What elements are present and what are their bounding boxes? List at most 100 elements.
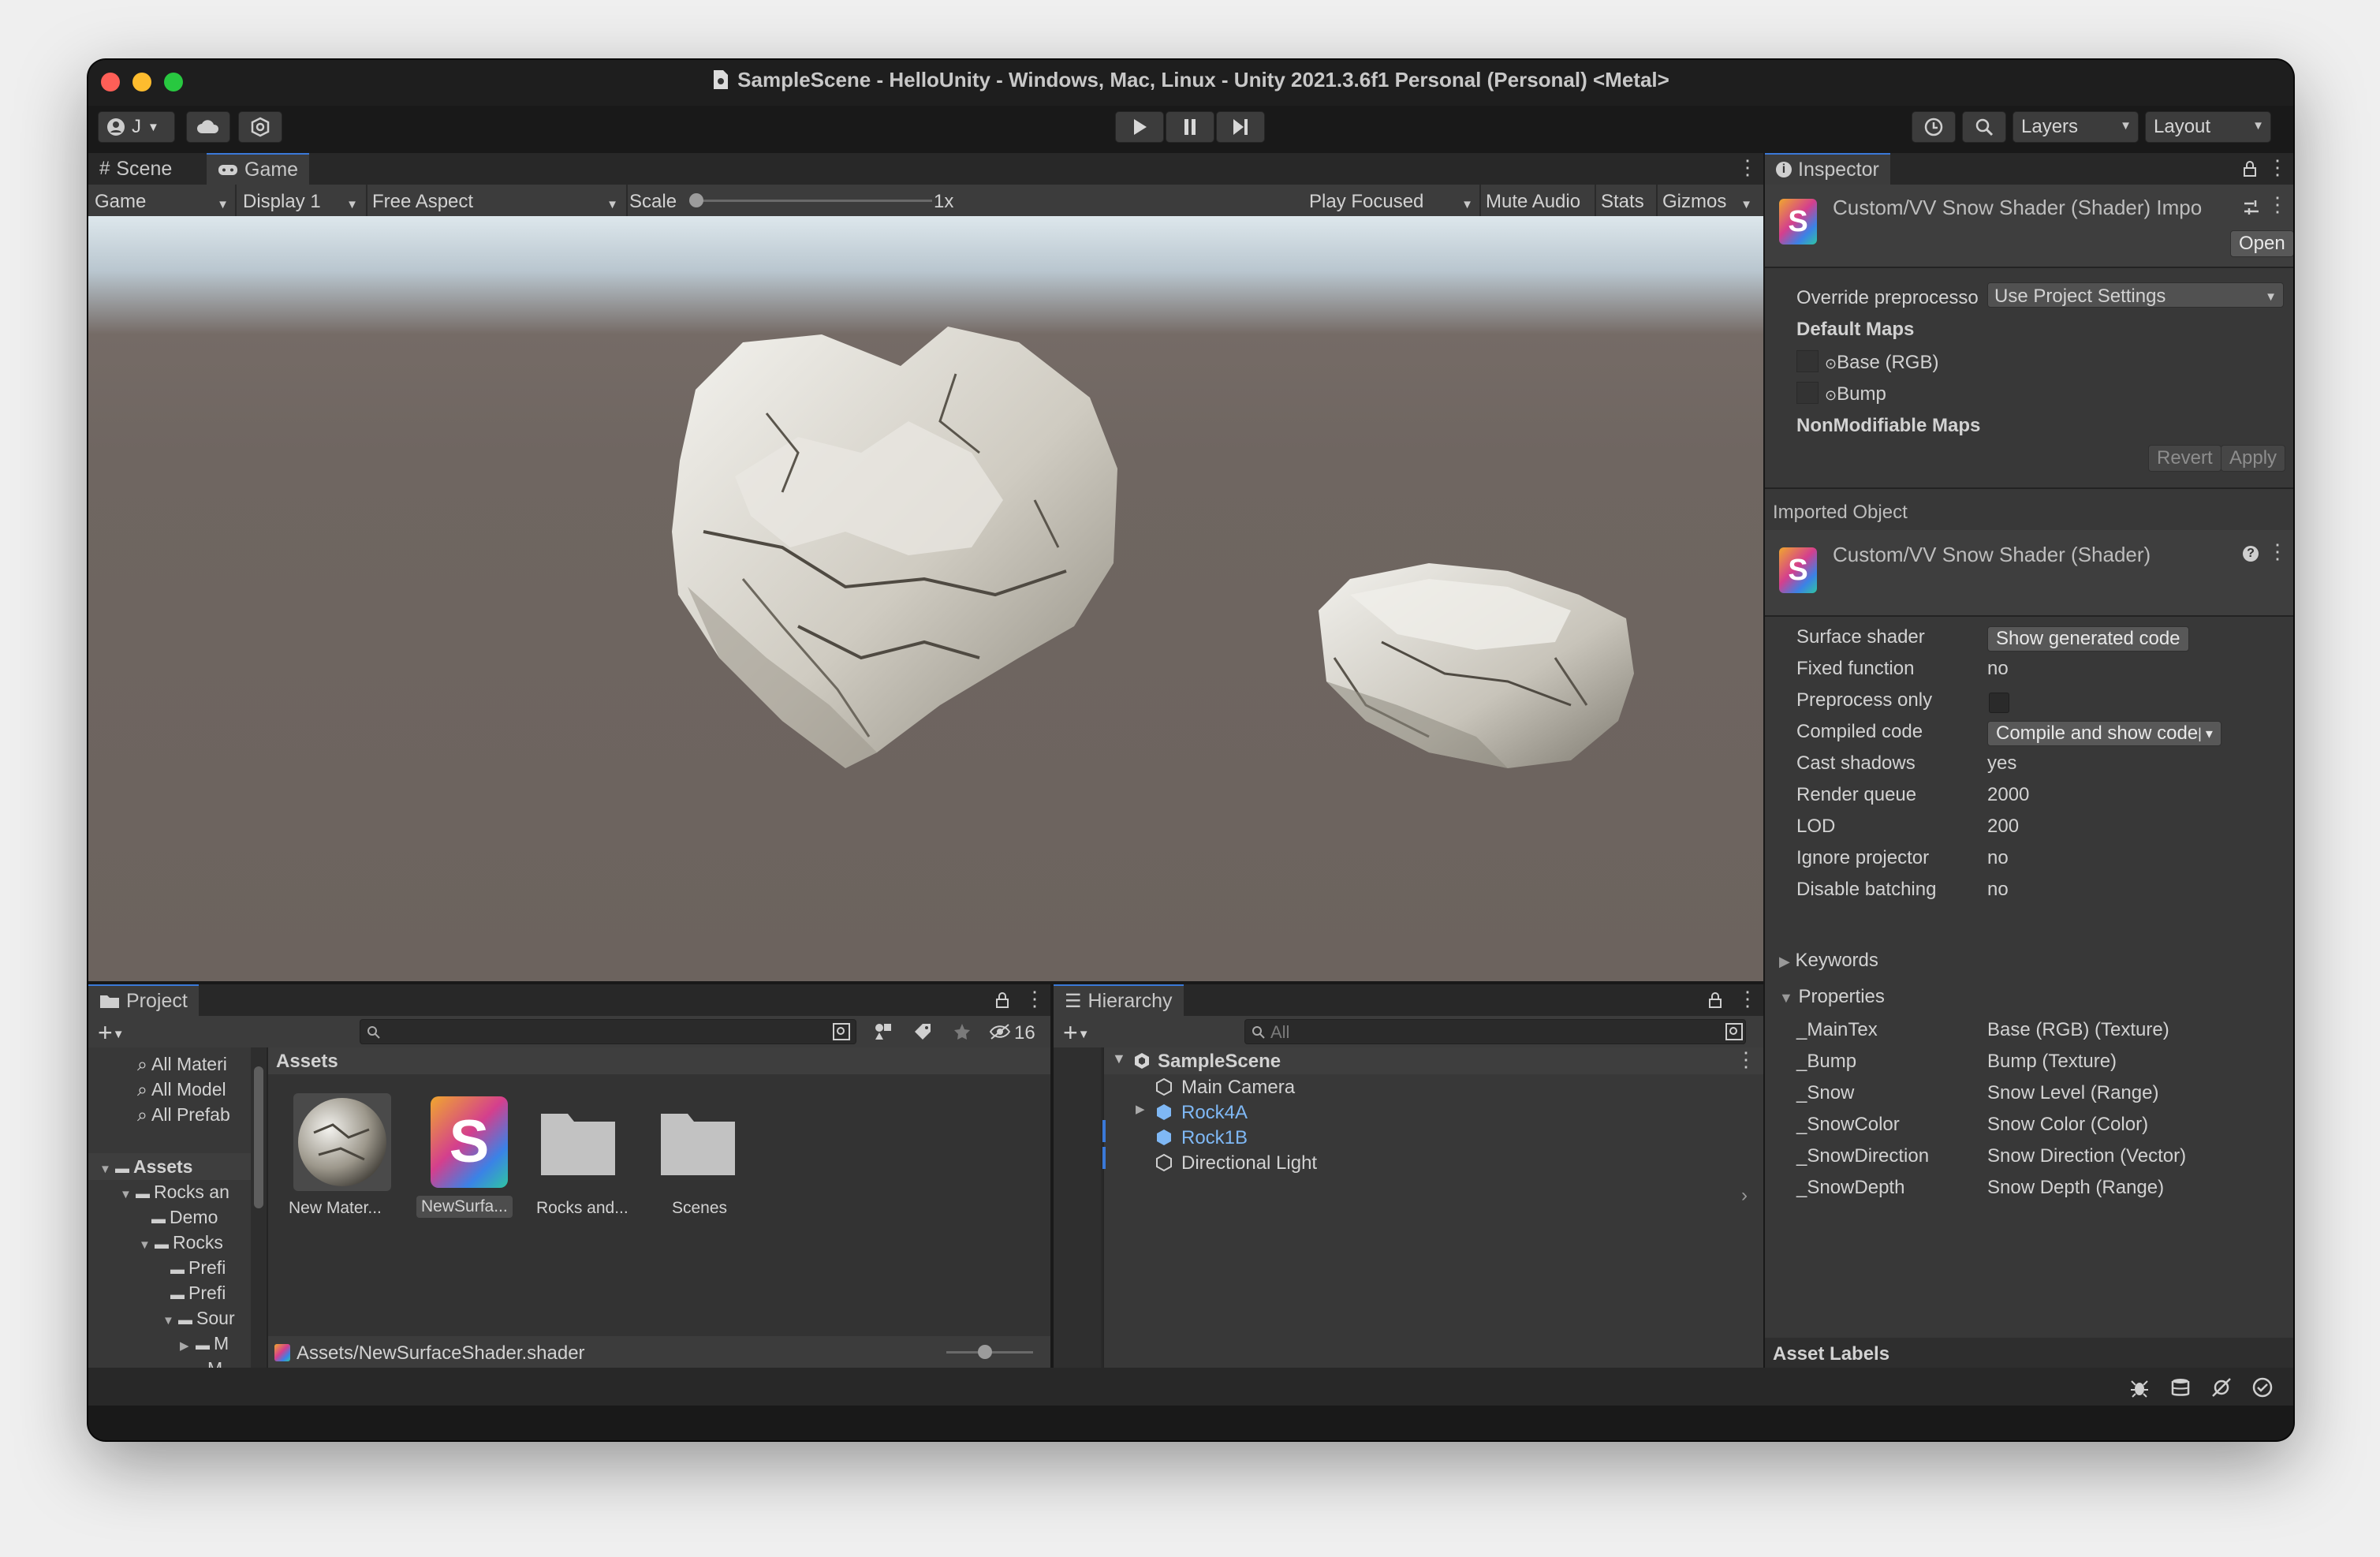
favorite-search-item[interactable]: ⌕ All Materi	[137, 1054, 227, 1075]
lock-icon[interactable]	[1708, 991, 1722, 1009]
tree-folder-item[interactable]: ▬ Demo	[151, 1207, 218, 1228]
scene-row[interactable]: ▼ SampleScene	[1104, 1047, 1763, 1074]
base-map-slot[interactable]	[1796, 350, 1819, 372]
play-focused-dropdown[interactable]: Play Focused	[1309, 191, 1479, 213]
object-more-icon[interactable]	[2267, 540, 2288, 564]
cache-server-icon[interactable]	[2170, 1377, 2191, 1398]
cloud-button[interactable]	[186, 111, 230, 143]
stats-toggle[interactable]: Stats	[1601, 191, 1644, 213]
preset-icon[interactable]	[2243, 199, 2260, 216]
hierarchy-more-icon[interactable]	[1737, 987, 1758, 1011]
step-button[interactable]	[1216, 111, 1265, 143]
display-dropdown[interactable]: Display 1	[243, 191, 364, 213]
favorite-search-item[interactable]: ⌕ All Prefab	[137, 1104, 230, 1126]
preprocess-only-checkbox[interactable]	[1989, 693, 2009, 713]
scene-expand-arrow[interactable]: ▼	[1112, 1051, 1126, 1067]
expand-arrow-icon[interactable]: ▶	[180, 1339, 196, 1353]
tab-hierarchy[interactable]: ☰ Hierarchy	[1054, 984, 1184, 1016]
scene-more-icon[interactable]	[1736, 1047, 1756, 1072]
tab-scene[interactable]: # Scene	[88, 153, 183, 185]
type-filter-icon[interactable]	[874, 1022, 893, 1041]
prefab-open-arrow-icon[interactable]: ›	[1741, 1185, 1748, 1207]
hierarchy-create-button[interactable]: +▼	[1063, 1018, 1090, 1047]
tree-folder-item[interactable]: ▼ ▬ Sour	[162, 1308, 235, 1329]
properties-foldout[interactable]: ▼ Properties	[1779, 986, 1885, 1008]
tree-folder-item[interactable]: ▬ Prefi	[170, 1283, 226, 1304]
dropdown-arrow-icon[interactable]: | ▾	[2198, 726, 2213, 742]
asset-new-material[interactable]	[293, 1093, 391, 1194]
tree-assets-root[interactable]: ▼ ▬ Assets	[99, 1156, 192, 1178]
search-button[interactable]	[1962, 111, 2006, 143]
pause-button[interactable]	[1166, 111, 1214, 143]
expand-arrow-icon[interactable]: ▼	[120, 1188, 136, 1201]
mute-audio-toggle[interactable]: Mute Audio	[1486, 191, 1580, 213]
tab-project[interactable]: Project	[88, 984, 199, 1016]
tree-folder-item[interactable]: ▼ ▬ Rocks	[139, 1232, 223, 1253]
game-viewport[interactable]	[88, 216, 1763, 981]
tree-scrollbar[interactable]	[251, 1047, 267, 1368]
asset-folder-scenes[interactable]	[659, 1109, 737, 1177]
search-mode-icon[interactable]	[1725, 1023, 1743, 1040]
layers-dropdown[interactable]: Layers	[2013, 111, 2139, 143]
show-generated-code-button[interactable]: Show generated code	[1987, 626, 2189, 652]
assets-breadcrumb[interactable]: Assets	[276, 1051, 338, 1073]
keywords-foldout[interactable]: ▶ Keywords	[1779, 950, 1878, 972]
folder-icon: ▬	[151, 1211, 170, 1227]
tree-folder-item[interactable]: ▼ ▬ Rocks an	[120, 1182, 229, 1203]
revert-button[interactable]: Revert	[2148, 445, 2221, 472]
search-mode-icon[interactable]	[833, 1023, 850, 1040]
open-button[interactable]: Open	[2230, 230, 2293, 257]
game-mode-dropdown[interactable]: Game	[95, 191, 235, 213]
expand-arrow-icon[interactable]: ▼	[99, 1163, 115, 1176]
hierarchy-item[interactable]: Directional Light	[1104, 1150, 1763, 1175]
tab-inspector[interactable]: i Inspector	[1765, 153, 1890, 185]
expand-arrow-icon[interactable]: ▼	[162, 1314, 178, 1327]
hierarchy-item[interactable]: ▶ Rock4A	[1104, 1100, 1763, 1125]
play-button[interactable]	[1115, 111, 1164, 143]
asset-new-surface-shader[interactable]: S	[418, 1093, 516, 1191]
project-search-input[interactable]	[360, 1019, 856, 1044]
tab-game[interactable]: Game	[207, 153, 310, 185]
override-dropdown[interactable]: Use Project Settings	[1987, 282, 2284, 308]
gizmos-dropdown[interactable]: Gizmos	[1662, 191, 1759, 213]
tree-scrollbar-thumb[interactable]	[254, 1066, 263, 1208]
hierarchy-item[interactable]: Main Camera	[1104, 1074, 1763, 1100]
compile-and-show-code-button[interactable]: Compile and show code | ▾	[1987, 721, 2221, 746]
expand-arrow-icon[interactable]: ▶	[1136, 1102, 1145, 1116]
gamepad-icon	[218, 165, 237, 175]
apply-button[interactable]: Apply	[2221, 445, 2286, 472]
asset-folder-rocks[interactable]	[539, 1109, 617, 1177]
lock-icon[interactable]	[2243, 160, 2257, 177]
help-icon[interactable]: ?	[2243, 546, 2259, 562]
tree-folder-item[interactable]: ▶ ▬ M	[180, 1333, 229, 1354]
tree-folder-item[interactable]: ▬ M	[189, 1358, 222, 1368]
label-filter-icon[interactable]	[913, 1022, 932, 1041]
create-button[interactable]: +▼	[98, 1018, 125, 1047]
project-more-icon[interactable]	[1024, 987, 1045, 1011]
scale-slider-track[interactable]	[696, 200, 932, 202]
aspect-dropdown[interactable]: Free Aspect	[372, 191, 625, 213]
inspector-more-icon[interactable]	[2267, 155, 2288, 180]
header-more-icon[interactable]	[2267, 192, 2288, 217]
favorite-search-item[interactable]: ⌕ All Model	[137, 1079, 226, 1100]
bump-map-slot[interactable]	[1796, 382, 1819, 404]
property-description: Snow Color (Color)	[1987, 1114, 2149, 1135]
expand-arrow-icon[interactable]: ▼	[139, 1238, 155, 1252]
layout-dropdown[interactable]: Layout	[2145, 111, 2271, 143]
collab-button[interactable]	[238, 111, 282, 143]
lock-icon[interactable]	[995, 991, 1009, 1009]
checkmark-icon[interactable]	[2252, 1377, 2273, 1398]
account-dropdown[interactable]: J ▼	[98, 111, 175, 143]
scale-slider-thumb[interactable]	[689, 193, 703, 207]
history-button[interactable]	[1912, 111, 1956, 143]
hierarchy-search-input[interactable]: All	[1244, 1019, 1746, 1044]
hidden-eye-icon[interactable]	[989, 1023, 1011, 1040]
hierarchy-item[interactable]: Rock1B	[1104, 1125, 1763, 1150]
icon-size-slider-thumb[interactable]	[978, 1345, 992, 1359]
asset-labels[interactable]: Asset Labels	[1773, 1343, 1889, 1365]
auto-generate-lighting-icon[interactable]	[2211, 1377, 2232, 1398]
tree-folder-item[interactable]: ▬ Prefi	[170, 1257, 226, 1279]
favorite-star-icon[interactable]	[953, 1022, 972, 1041]
game-more-icon[interactable]	[1737, 155, 1758, 180]
bug-icon[interactable]	[2129, 1377, 2150, 1398]
